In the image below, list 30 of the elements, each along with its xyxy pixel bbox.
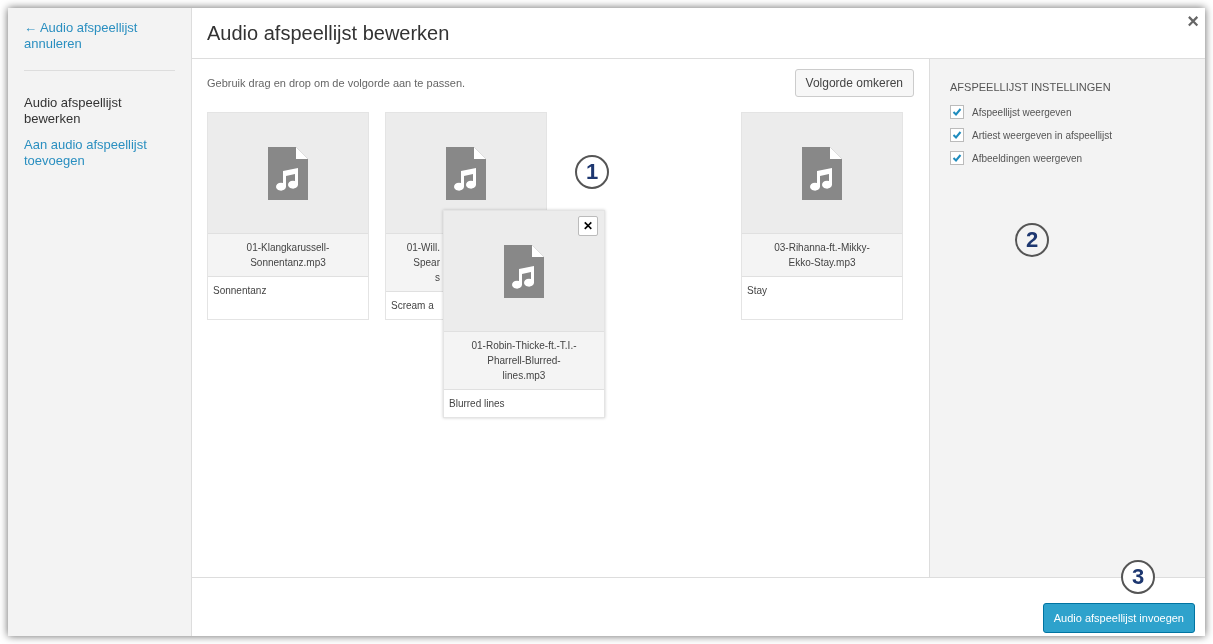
track-title: Scream a [390,299,435,313]
track-title: Blurred lines [448,397,506,411]
checkbox[interactable] [950,105,964,119]
option-label: Afspeellijst weergeven [972,106,1072,118]
reverse-order-button[interactable]: Volgorde omkeren [794,69,914,97]
audio-tile[interactable]: 03-Rihanna-ft.-Mikky- Ekko-Stay.mp3 Stay [741,112,903,320]
track-title: Sonnentanz [212,284,268,298]
audio-file-icon [504,244,544,298]
callout-number: 3 [1121,560,1155,594]
audio-file-icon [446,146,486,200]
checkbox[interactable] [950,128,964,142]
audio-file-icon [268,146,308,200]
instruction-text: Gebruik drag en drop om de volgorde aan te passen. [207,77,466,89]
sidebar-item[interactable]: Audio afspeellijst bewerken [24,95,175,127]
option-label: Afbeeldingen weergeven [972,152,1083,164]
audio-file-icon [802,146,842,200]
close-button[interactable]: × [1181,8,1205,35]
file-name: 01-Klangkarussell- Sonnentanz.mp3 [208,233,368,277]
settings-heading: AFSPEELLIJST INSTELLINGEN [950,81,1112,93]
audio-tile[interactable]: 01-Klangkarussell- Sonnentanz.mp3 Sonnentanz [207,112,369,320]
file-name: 03-Rihanna-ft.-Mikky- Ekko-Stay.mp3 [742,233,902,277]
remove-button[interactable]: ✕ [578,216,598,236]
modal-title: Audio afspeellijst bewerken [207,21,450,45]
callout-number: 2 [1015,223,1049,257]
track-title: Stay [746,284,768,298]
option-label: Artiest weergeven in afspeellijst [972,129,1113,141]
file-name: 01-Robin-Thicke-ft.-T.I.- Pharrell-Blurred- lines.mp3 [444,331,604,390]
dragged-audio-tile[interactable]: ✕ 01-Robin-Thicke-ft.-T.I.- Pharrell-Blurred- lines.mp3 Blurred lines [443,210,605,418]
checkbox[interactable] [950,151,964,165]
callout-number: 1 [575,155,609,189]
